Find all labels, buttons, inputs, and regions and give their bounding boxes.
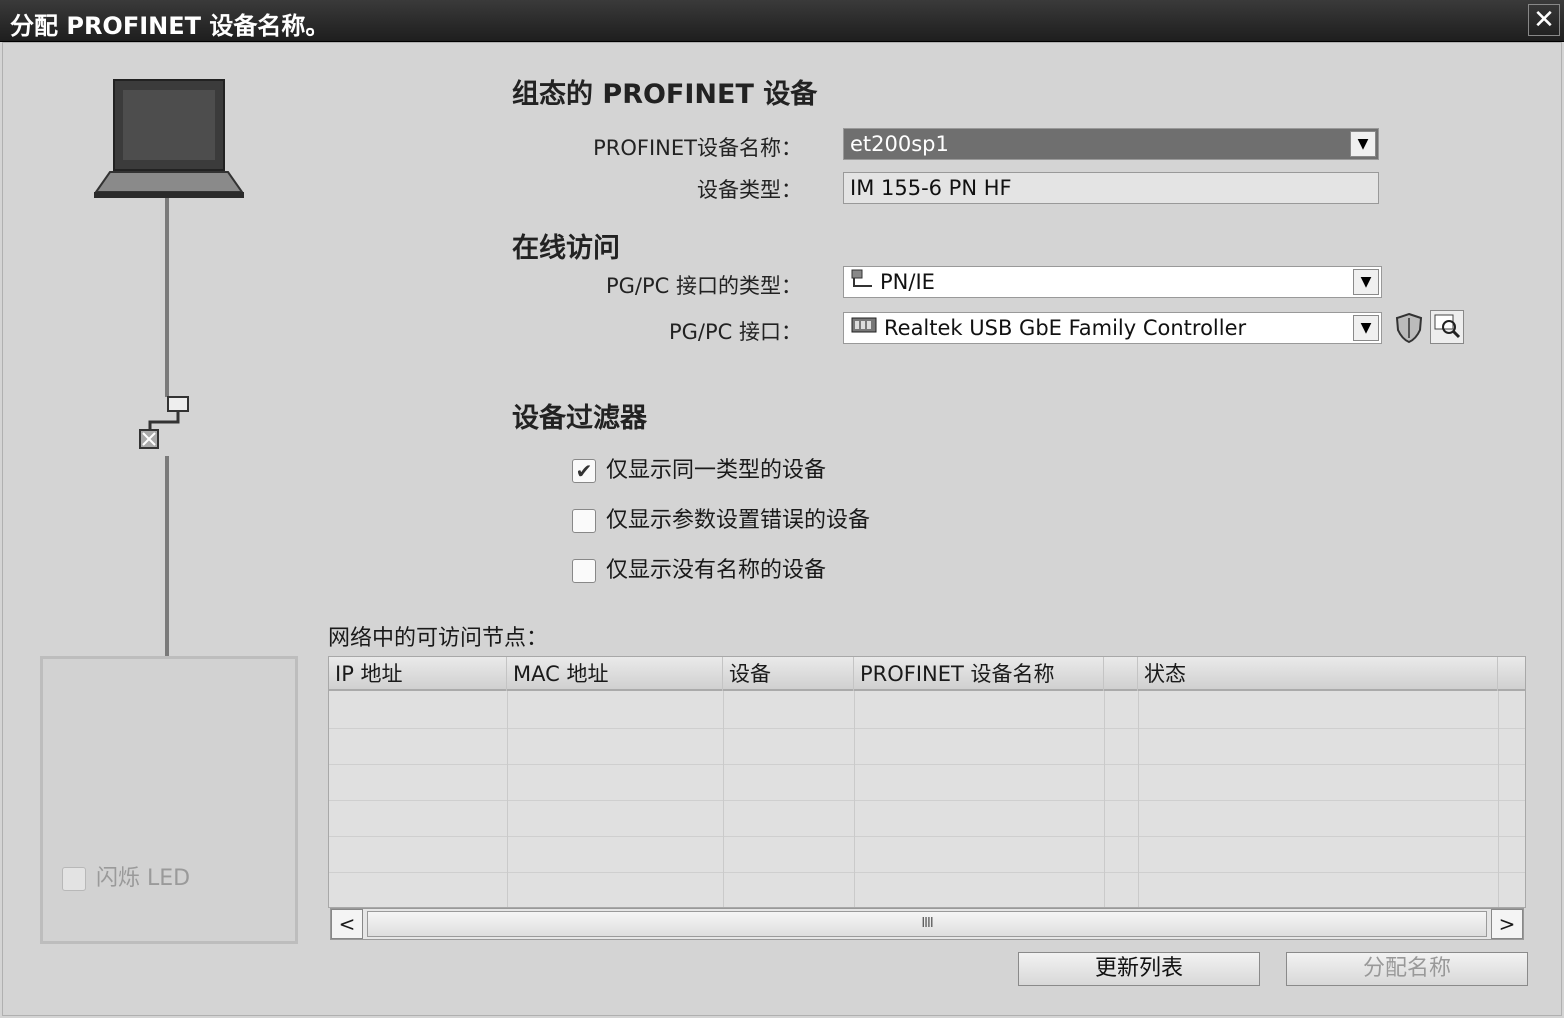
device-name-value: et200sp1 — [850, 132, 949, 156]
column-device-name[interactable]: PROFINET 设备名称 — [854, 657, 1104, 691]
chevron-down-icon[interactable]: ▼ — [1353, 269, 1379, 295]
device-type-label: 设备类型： — [697, 178, 802, 202]
interface-type-value: PN/IE — [880, 270, 935, 294]
table-row — [329, 801, 1525, 837]
table-header: IP 地址 MAC 地址 设备 PROFINET 设备名称 状态 — [329, 657, 1525, 691]
refresh-list-button[interactable]: 更新列表 — [1018, 952, 1260, 986]
filter-same-type-option[interactable]: ✔ 仅显示同一类型的设备 — [572, 456, 826, 486]
filter-param-error-checkbox[interactable] — [572, 509, 596, 533]
horizontal-scrollbar[interactable]: < IIII > — [330, 908, 1524, 940]
column-spacer — [1104, 657, 1138, 691]
table-row — [329, 837, 1525, 873]
filter-heading: 设备过滤器 — [512, 403, 647, 434]
window-title: 分配 PROFINET 设备名称。 — [10, 12, 330, 40]
column-mac[interactable]: MAC 地址 — [507, 657, 723, 691]
search-device-icon[interactable] — [1430, 310, 1464, 344]
chevron-down-icon[interactable]: ▼ — [1353, 315, 1379, 341]
laptop-icon — [94, 79, 244, 198]
device-name-label: PROFINET设备名称： — [593, 136, 802, 160]
column-divider — [723, 691, 724, 907]
flash-led-label: 闪烁 LED — [96, 866, 191, 891]
filter-no-name-checkbox[interactable] — [572, 559, 596, 583]
filter-same-type-checkbox[interactable]: ✔ — [572, 459, 596, 483]
interface-label: PG/PC 接口： — [668, 320, 802, 344]
table-row — [329, 729, 1525, 765]
network-port-icon — [850, 268, 874, 298]
interface-type-label: PG/PC 接口的类型： — [605, 274, 802, 298]
flash-led-checkbox — [62, 867, 86, 891]
filter-same-type-label: 仅显示同一类型的设备 — [606, 458, 827, 483]
connector-icon — [139, 396, 189, 449]
column-divider — [1498, 691, 1499, 907]
led-panel — [40, 656, 298, 944]
device-name-field[interactable]: et200sp1 ▼ — [843, 128, 1379, 160]
table-row — [329, 873, 1525, 909]
close-button[interactable]: ✕ — [1528, 4, 1560, 36]
column-divider — [1104, 691, 1105, 907]
interface-select[interactable]: Realtek USB GbE Family Controller ▼ — [843, 312, 1382, 344]
table-row — [329, 765, 1525, 801]
filter-param-error-option[interactable]: 仅显示参数设置错误的设备 — [572, 506, 870, 536]
column-divider — [854, 691, 855, 907]
interface-type-select[interactable]: PN/IE ▼ — [843, 266, 1382, 298]
flash-led-option: 闪烁 LED — [62, 860, 190, 892]
nodes-table[interactable]: IP 地址 MAC 地址 设备 PROFINET 设备名称 状态 — [328, 656, 1526, 908]
scroll-right-icon[interactable]: > — [1491, 909, 1523, 939]
shield-icon[interactable] — [1392, 310, 1426, 344]
table-row — [329, 693, 1525, 729]
filter-param-error-label: 仅显示参数设置错误的设备 — [606, 508, 871, 533]
network-adapter-icon — [850, 314, 878, 344]
configured-heading: 组态的 PROFINET 设备 — [512, 79, 818, 110]
column-divider — [507, 691, 508, 907]
interface-value: Realtek USB GbE Family Controller — [884, 316, 1247, 340]
scroll-thumb[interactable]: IIII — [367, 911, 1487, 937]
title-bar: 分配 PROFINET 设备名称。 ✕ — [0, 0, 1564, 42]
filter-no-name-label: 仅显示没有名称的设备 — [606, 558, 827, 583]
column-ip[interactable]: IP 地址 — [329, 657, 507, 691]
nodes-caption: 网络中的可访问节点： — [328, 626, 549, 651]
device-type-field: IM 155-6 PN HF — [843, 172, 1379, 204]
scroll-left-icon[interactable]: < — [331, 909, 363, 939]
column-status[interactable]: 状态 — [1138, 657, 1498, 691]
column-divider — [1138, 691, 1139, 907]
assign-name-button[interactable]: 分配名称 — [1286, 952, 1528, 986]
online-heading: 在线访问 — [512, 233, 620, 264]
chevron-down-icon[interactable]: ▼ — [1350, 131, 1376, 157]
filter-no-name-option[interactable]: 仅显示没有名称的设备 — [572, 556, 826, 586]
column-device[interactable]: 设备 — [723, 657, 854, 691]
